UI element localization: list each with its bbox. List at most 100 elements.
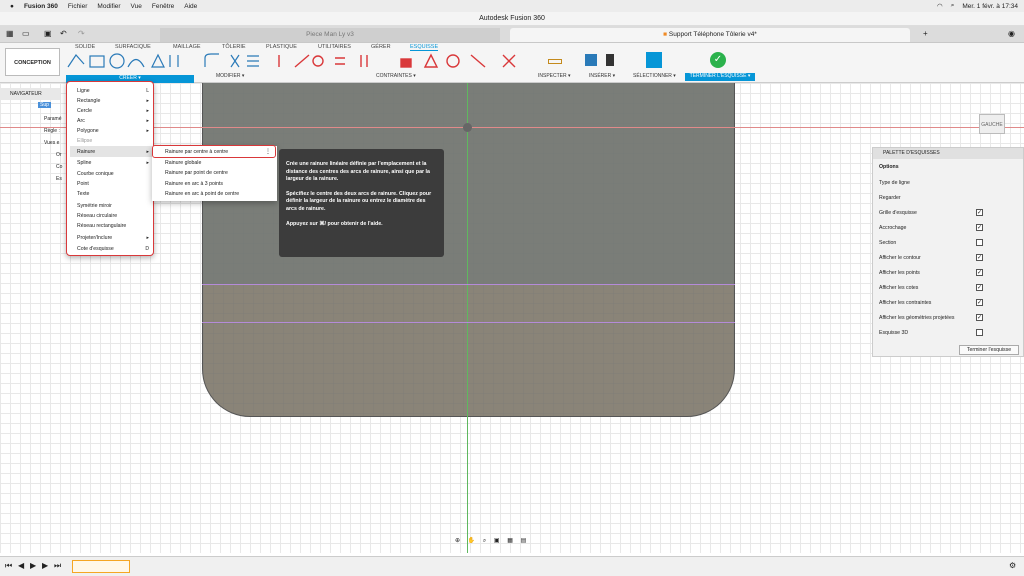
select-arrow-icon[interactable] (646, 52, 662, 68)
menu-item-spline[interactable]: Spline (77, 160, 91, 166)
display-settings-icon[interactable]: ▣ (494, 538, 500, 544)
file-icon[interactable]: ▭ (22, 29, 30, 38)
nav-row-params[interactable]: Paramé (44, 116, 62, 122)
menu-item-ligne[interactable]: Ligne (77, 88, 90, 94)
nav-row-regle[interactable]: Règle : (44, 128, 60, 134)
checkbox-contraintes[interactable]: ✓ (976, 299, 983, 306)
tab-solide[interactable]: SOLIDE (75, 44, 95, 50)
submenu-item-arc-point-centre[interactable]: Rainure en arc à point de centre (165, 191, 239, 197)
menu-item-cote[interactable]: Cote d'esquisse (77, 246, 114, 252)
menu-item-projeter[interactable]: Projeter/Inclure (77, 235, 112, 241)
nav-row-origine[interactable]: Or (56, 152, 62, 158)
nav-row-vues[interactable]: Vues e (44, 140, 59, 146)
origin-icon[interactable] (463, 123, 472, 132)
apple-icon[interactable]: ● (10, 3, 14, 10)
finish-sketch-button[interactable]: TERMINER L'ESQUISSE ▾ (685, 73, 755, 81)
grid-settings-icon[interactable]: ▦ (507, 538, 513, 544)
timeline-end-icon[interactable]: ⏭ (54, 561, 61, 571)
tab-esquisse[interactable]: ESQUISSE (410, 44, 439, 51)
nav-row-root[interactable]: Sup (38, 102, 51, 108)
tab-piece-man[interactable]: Piece Man Ly v3 (160, 28, 500, 42)
constraints-group-button[interactable]: CONTRAINTES ▾ (376, 73, 416, 79)
inspect-group-button[interactable]: INSPECTER ▾ (538, 73, 571, 79)
menu-item-texte[interactable]: Texte (77, 191, 89, 197)
menu-item-reseau-rectangulaire[interactable]: Réseau rectangulaire (77, 223, 126, 229)
menu-item-rectangle[interactable]: Rectangle (77, 98, 100, 104)
settings-gear-icon[interactable]: ⚙ (1009, 561, 1016, 570)
checkbox-contour[interactable]: ✓ (976, 254, 983, 261)
checkbox-cotes[interactable]: ✓ (976, 284, 983, 291)
app-menu[interactable]: Fusion 360 (24, 3, 58, 10)
submenu-item-point-centre[interactable]: Rainure par point de centre (165, 170, 228, 176)
insert-icon[interactable] (606, 54, 614, 66)
menu-item-symetrie[interactable]: Symétrie miroir (77, 203, 112, 209)
menu-item-courbe-conique[interactable]: Courbe conique (77, 171, 114, 177)
sketch-line-2[interactable] (202, 322, 735, 323)
menu-vue[interactable]: Vue (131, 3, 142, 10)
constraint-tools-icons[interactable] (275, 52, 525, 70)
viewcube-face[interactable]: GAUCHE (979, 114, 1005, 134)
palette-section-options[interactable]: Options (879, 164, 899, 170)
checkbox-grille[interactable]: ✓ (976, 209, 983, 216)
timeline-start-icon[interactable]: ⏮ (5, 561, 12, 571)
modify-group-button[interactable]: MODIFIER ▾ (216, 73, 244, 79)
zoom-icon[interactable]: ⌕ (483, 538, 486, 544)
finish-sketch-palette-button[interactable]: Terminer l'esquisse (959, 345, 1019, 355)
checkbox-geometries[interactable]: ✓ (976, 314, 983, 321)
timeline-prev-icon[interactable]: ◀ (18, 561, 24, 570)
tab-plastique[interactable]: PLASTIQUE (266, 44, 297, 50)
menu-aide[interactable]: Aide (184, 3, 197, 10)
search-icon[interactable]: ⌕ (951, 2, 955, 10)
checkbox-accrochage[interactable]: ✓ (976, 224, 983, 231)
tab-gerer[interactable]: GÉRER (371, 44, 391, 50)
tab-maillage[interactable]: MAILLAGE (173, 44, 201, 50)
workspace-switcher[interactable]: CONCEPTION (5, 48, 60, 76)
checkbox-points[interactable]: ✓ (976, 269, 983, 276)
menu-fenetre[interactable]: Fenêtre (152, 3, 174, 10)
pan-icon[interactable]: ✋ (468, 538, 475, 544)
menu-item-polygone[interactable]: Polygone (77, 128, 99, 134)
insert-group-button[interactable]: INSÉRER ▾ (589, 73, 615, 79)
save-icon[interactable]: ▣ (44, 29, 52, 38)
undo-icon[interactable]: ↶ (60, 29, 67, 38)
grid-icon[interactable]: ▦ (6, 29, 14, 38)
menu-modifier[interactable]: Modifier (97, 3, 120, 10)
viewports-icon[interactable]: ▤ (521, 538, 527, 544)
navigator-header[interactable]: NAVIGATEUR (0, 88, 60, 100)
menu-item-cercle[interactable]: Cercle (77, 108, 92, 114)
checkmark-icon[interactable]: ✓ (710, 52, 726, 68)
measure-icon[interactable] (548, 59, 562, 64)
image-icon[interactable] (585, 54, 597, 66)
tab-tolerie[interactable]: TÔLERIE (222, 44, 246, 50)
checkbox-section[interactable] (976, 239, 983, 246)
tab-support-telephone[interactable]: ■ Support Téléphone Tôlerie v4* (510, 28, 910, 42)
menu-item-ellipse[interactable]: Ellipse (77, 138, 92, 144)
create-tools-icons[interactable] (66, 52, 196, 70)
wifi-icon[interactable]: ◠ (937, 2, 943, 10)
clock[interactable]: Mer. 1 févr. à 17:34 (962, 3, 1018, 10)
tab-utilitaires[interactable]: UTILITAIRES (318, 44, 351, 50)
timeline-play-icon[interactable]: ▶ (30, 561, 36, 570)
viewcube[interactable]: GAUCHE (975, 108, 1009, 136)
palette-header[interactable]: PALETTE D'ESQUISSES (873, 148, 1023, 159)
menu-item-rainure[interactable]: Rainure (77, 149, 95, 155)
menu-item-arc[interactable]: Arc (77, 118, 85, 124)
sketch-line-1[interactable] (202, 284, 735, 285)
tab-surfacique[interactable]: SURFACIQUE (115, 44, 151, 50)
checkbox-esquisse-3d[interactable] (976, 329, 983, 336)
new-tab-icon[interactable]: + (923, 29, 928, 38)
nav-row-esquisses[interactable]: Es (56, 176, 62, 182)
avatar[interactable]: ◉ (1008, 29, 1015, 38)
menu-fichier[interactable]: Fichier (68, 3, 88, 10)
nav-row-corps[interactable]: Co (56, 164, 62, 170)
modify-tools-icons[interactable] (203, 52, 263, 70)
redo-icon[interactable]: ↷ (78, 29, 85, 38)
select-group-button[interactable]: SÉLECTIONNER ▾ (633, 73, 676, 79)
orbit-icon[interactable]: ⊕ (455, 538, 460, 544)
timeline-features[interactable] (72, 560, 130, 573)
menu-item-point[interactable]: Point (77, 181, 89, 187)
timeline-next-icon[interactable]: ▶ (42, 561, 48, 570)
submenu-item-globale[interactable]: Rainure globale (165, 160, 201, 166)
menu-item-reseau-circulaire[interactable]: Réseau circulaire (77, 213, 117, 219)
submenu-item-arc-3-points[interactable]: Rainure en arc à 3 points (165, 181, 223, 187)
